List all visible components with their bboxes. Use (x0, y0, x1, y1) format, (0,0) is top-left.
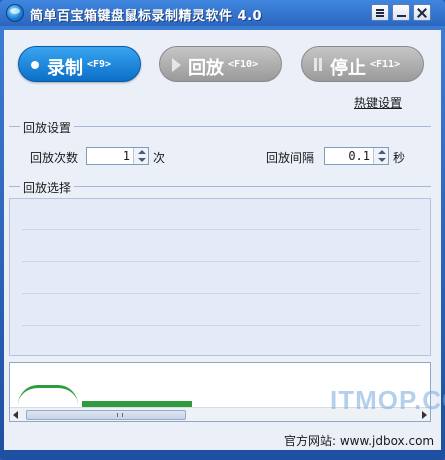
play-button[interactable]: 回放 <F10> (159, 46, 282, 82)
playback-count-unit: 次 (153, 151, 166, 165)
record-dot-icon (31, 61, 39, 69)
play-button-label: 回放 (188, 58, 224, 79)
stop-button-label: 停止 (330, 58, 366, 79)
pause-icon (314, 58, 317, 71)
official-site-text: 官方网站: www.jdbox.com (284, 434, 435, 448)
window-title: 简单百宝箱键盘鼠标录制精灵软件 4.0 (30, 9, 263, 24)
hotkey-settings-link[interactable]: 热键设置 (354, 94, 402, 111)
watermark: ITMOP.COM (330, 385, 445, 415)
spin-down-icon[interactable] (378, 158, 386, 162)
spin-up-icon[interactable] (378, 150, 386, 154)
list-row-divider (22, 229, 420, 230)
scroll-thumb[interactable] (26, 410, 186, 420)
play-hotkey: <F10> (228, 59, 259, 70)
playback-interval-value: 0.1 (348, 149, 370, 163)
playback-interval-unit: 秒 (393, 151, 406, 165)
close-icon[interactable] (413, 4, 431, 21)
record-button[interactable]: 录制 <F9> (18, 46, 141, 82)
title-bar[interactable]: 简单百宝箱键盘鼠标录制精灵软件 4.0 (0, 0, 445, 26)
playback-selection-title: 回放选择 (20, 179, 75, 196)
play-icon (172, 58, 181, 72)
status-bar: 官方网站: www.jdbox.com (0, 420, 445, 460)
playback-count-stepper[interactable]: 1 (86, 147, 149, 165)
app-globe-icon (6, 4, 24, 22)
record-hotkey: <F9> (87, 59, 112, 70)
playback-selection-list[interactable] (9, 198, 431, 356)
playback-interval-label: 回放间隔 (266, 151, 315, 165)
menu-icon[interactable] (371, 4, 389, 21)
brand-logo-icon (18, 385, 78, 405)
spin-up-icon[interactable] (138, 150, 146, 154)
app-window: 简单百宝箱键盘鼠标录制精灵软件 4.0 录制 <F9> 回放 <F10> 停止 … (0, 0, 445, 460)
playback-count-value: 1 (122, 149, 130, 163)
playback-settings-title: 回放设置 (20, 119, 75, 136)
list-row-divider (22, 261, 420, 262)
record-button-label: 录制 (47, 58, 83, 79)
spin-down-icon[interactable] (138, 158, 146, 162)
stop-button[interactable]: 停止 <F11> (301, 46, 424, 82)
stop-hotkey: <F11> (370, 59, 401, 70)
list-row-divider (22, 293, 420, 294)
playback-count-label: 回放次数 (30, 151, 79, 165)
list-row-divider (22, 325, 420, 326)
minimize-icon[interactable] (392, 4, 410, 21)
playback-interval-stepper[interactable]: 0.1 (324, 147, 389, 165)
scroll-left-icon[interactable] (13, 411, 18, 419)
